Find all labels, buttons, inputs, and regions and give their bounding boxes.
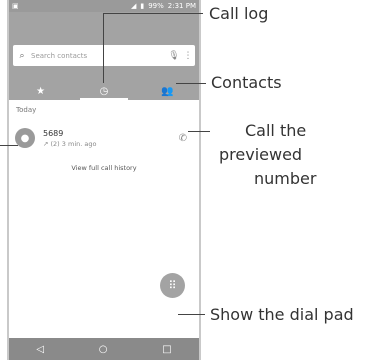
annotation-call-log: Call log <box>209 4 269 23</box>
signal-icon: ◢ <box>130 2 137 10</box>
callout-line-contacts <box>176 83 206 84</box>
dialpad-icon: ⠿ <box>168 279 177 292</box>
status-bar: ▣ ◢ ▮ 99% 2:31 PM <box>9 0 199 12</box>
annotation-call-previewed-3: number <box>254 169 317 188</box>
more-options-icon[interactable]: ⋮ <box>181 51 195 61</box>
outgoing-call-icon: ↗ <box>43 139 51 148</box>
section-header: Today <box>16 106 37 114</box>
clock: 2:31 PM <box>167 2 196 10</box>
annotation-dial-pad: Show the dial pad <box>210 305 354 324</box>
callout-line-left <box>0 145 18 146</box>
sim-icon: ▣ <box>12 2 19 10</box>
people-icon: 👥 <box>161 86 174 97</box>
person-icon: ● <box>20 132 30 144</box>
dialpad-button[interactable]: ⠿ <box>160 273 185 298</box>
callout-line-dialpad <box>178 314 205 315</box>
call-log-row[interactable]: ● 5689 ↗ (2) 3 min. ago ✆ <box>9 122 199 154</box>
phone-screen: ▣ ◢ ▮ 99% 2:31 PM ⌕ Search contacts 🎙 ⋮ … <box>7 0 201 360</box>
search-icon: ⌕ <box>19 50 25 61</box>
avatar: ● <box>15 128 35 148</box>
navigation-bar: ◁ ○ □ <box>9 338 199 360</box>
recents-icon[interactable]: □ <box>162 344 171 355</box>
callout-line-call-log-h <box>103 13 203 14</box>
back-icon[interactable]: ◁ <box>36 344 44 355</box>
tab-call-log[interactable]: ◷ <box>72 83 135 100</box>
search-input[interactable]: Search contacts <box>31 52 167 60</box>
tab-favorites[interactable]: ★ <box>9 83 72 100</box>
clock-icon: ◷ <box>99 86 109 97</box>
call-detail: (2) 3 min. ago <box>50 139 97 148</box>
search-bar[interactable]: ⌕ Search contacts 🎙 ⋮ <box>13 45 195 66</box>
call-number: 5689 <box>43 128 64 138</box>
phone-icon[interactable]: ✆ <box>179 133 187 144</box>
tab-contacts[interactable]: 👥 <box>136 83 199 100</box>
callout-line-call-log-v <box>103 13 104 83</box>
star-icon: ★ <box>36 86 46 97</box>
view-full-history-link[interactable]: View full call history <box>9 164 199 172</box>
tab-bar: ★ ◷ 👥 <box>9 83 199 100</box>
annotation-call-previewed-2: previewed <box>219 145 303 164</box>
app-bar: ⌕ Search contacts 🎙 ⋮ ★ ◷ 👥 <box>9 12 199 100</box>
callout-line-call-number <box>188 131 210 132</box>
annotation-call-previewed-1: Call the <box>245 121 307 140</box>
battery-icon: ▮ <box>140 2 145 10</box>
microphone-icon[interactable]: 🎙 <box>167 51 181 61</box>
home-icon[interactable]: ○ <box>99 344 108 355</box>
annotation-contacts: Contacts <box>211 73 282 92</box>
battery-level: 99% <box>148 2 164 10</box>
